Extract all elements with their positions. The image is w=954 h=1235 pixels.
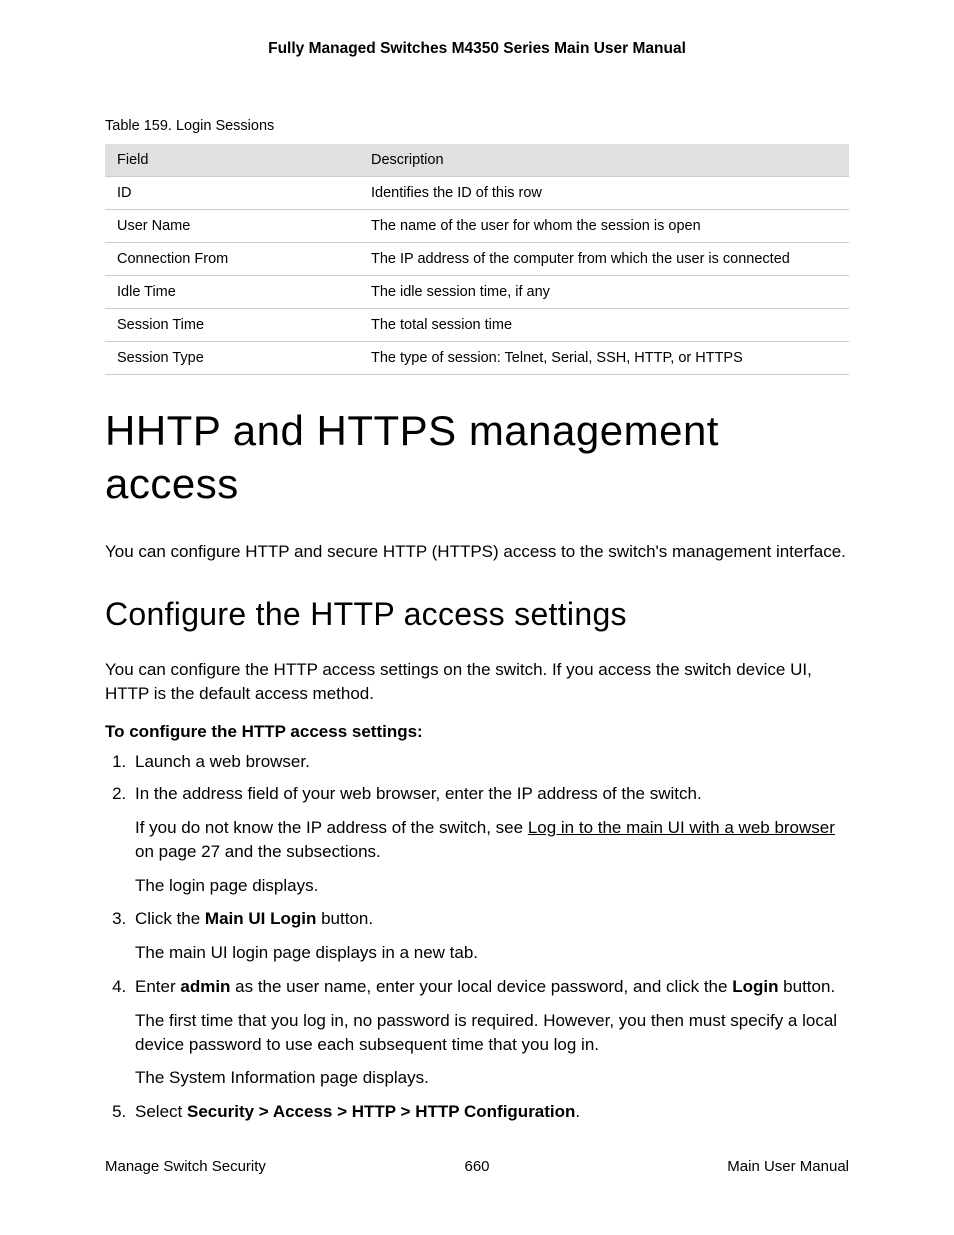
heading-2: Configure the HTTP access settings xyxy=(105,596,849,633)
footer-page-number: 660 xyxy=(105,1158,849,1175)
cell-field: Session Type xyxy=(105,342,359,375)
text: button. xyxy=(316,909,373,928)
cell-field: User Name xyxy=(105,210,359,243)
cell-field: Connection From xyxy=(105,243,359,276)
text: Enter xyxy=(135,977,180,996)
cell-desc: The total session time xyxy=(359,309,849,342)
table-row: Idle TimeThe idle session time, if any xyxy=(105,276,849,309)
main-ui-login-bold: Main UI Login xyxy=(205,909,316,928)
step-3-detail: The main UI login page displays in a new… xyxy=(135,941,849,965)
cell-field: Idle Time xyxy=(105,276,359,309)
step-4-detail-b: The System Information page displays. xyxy=(135,1066,849,1090)
col-description: Description xyxy=(359,144,849,177)
table-row: Session TimeThe total session time xyxy=(105,309,849,342)
step-4-detail-a: The first time that you log in, no passw… xyxy=(135,1009,849,1057)
text: button. xyxy=(778,977,835,996)
cell-desc: The IP address of the computer from whic… xyxy=(359,243,849,276)
step-5: Select Security > Access > HTTP > HTTP C… xyxy=(131,1100,849,1124)
table-row: IDIdentifies the ID of this row xyxy=(105,177,849,210)
step-1: Launch a web browser. xyxy=(131,750,849,774)
page-footer: Manage Switch Security 660 Main User Man… xyxy=(105,1158,849,1175)
text: on page 27 and the subsections. xyxy=(135,842,381,861)
page-header: Fully Managed Switches M4350 Series Main… xyxy=(105,40,849,58)
step-2-text: In the address field of your web browser… xyxy=(135,784,702,803)
sub-intro: You can configure the HTTP access settin… xyxy=(105,658,849,706)
cell-desc: The idle session time, if any xyxy=(359,276,849,309)
text: Click the xyxy=(135,909,205,928)
steps-title: To configure the HTTP access settings: xyxy=(105,722,849,742)
nav-path-bold: Security > Access > HTTP > HTTP Configur… xyxy=(187,1102,575,1121)
admin-bold: admin xyxy=(180,977,230,996)
table-row: User NameThe name of the user for whom t… xyxy=(105,210,849,243)
step-4: Enter admin as the user name, enter your… xyxy=(131,975,849,1090)
login-sessions-table: Field Description IDIdentifies the ID of… xyxy=(105,144,849,375)
cell-field: Session Time xyxy=(105,309,359,342)
step-2: In the address field of your web browser… xyxy=(131,782,849,897)
table-row: Connection FromThe IP address of the com… xyxy=(105,243,849,276)
step-2-detail-b: The login page displays. xyxy=(135,874,849,898)
table-row: Session TypeThe type of session: Telnet,… xyxy=(105,342,849,375)
link-login-main-ui[interactable]: Log in to the main UI with a web browser xyxy=(528,818,835,837)
step-2-detail-a: If you do not know the IP address of the… xyxy=(135,816,849,864)
steps-list: Launch a web browser. In the address fie… xyxy=(105,750,849,1124)
intro-paragraph: You can configure HTTP and secure HTTP (… xyxy=(105,540,849,564)
text: If you do not know the IP address of the… xyxy=(135,818,528,837)
step-3: Click the Main UI Login button. The main… xyxy=(131,907,849,965)
text: Select xyxy=(135,1102,187,1121)
table-caption: Table 159. Login Sessions xyxy=(105,118,849,134)
text: . xyxy=(575,1102,580,1121)
login-bold: Login xyxy=(732,977,778,996)
heading-1: HHTP and HTTPS management access xyxy=(105,405,849,510)
cell-desc: Identifies the ID of this row xyxy=(359,177,849,210)
cell-desc: The name of the user for whom the sessio… xyxy=(359,210,849,243)
text: as the user name, enter your local devic… xyxy=(230,977,732,996)
cell-desc: The type of session: Telnet, Serial, SSH… xyxy=(359,342,849,375)
cell-field: ID xyxy=(105,177,359,210)
col-field: Field xyxy=(105,144,359,177)
